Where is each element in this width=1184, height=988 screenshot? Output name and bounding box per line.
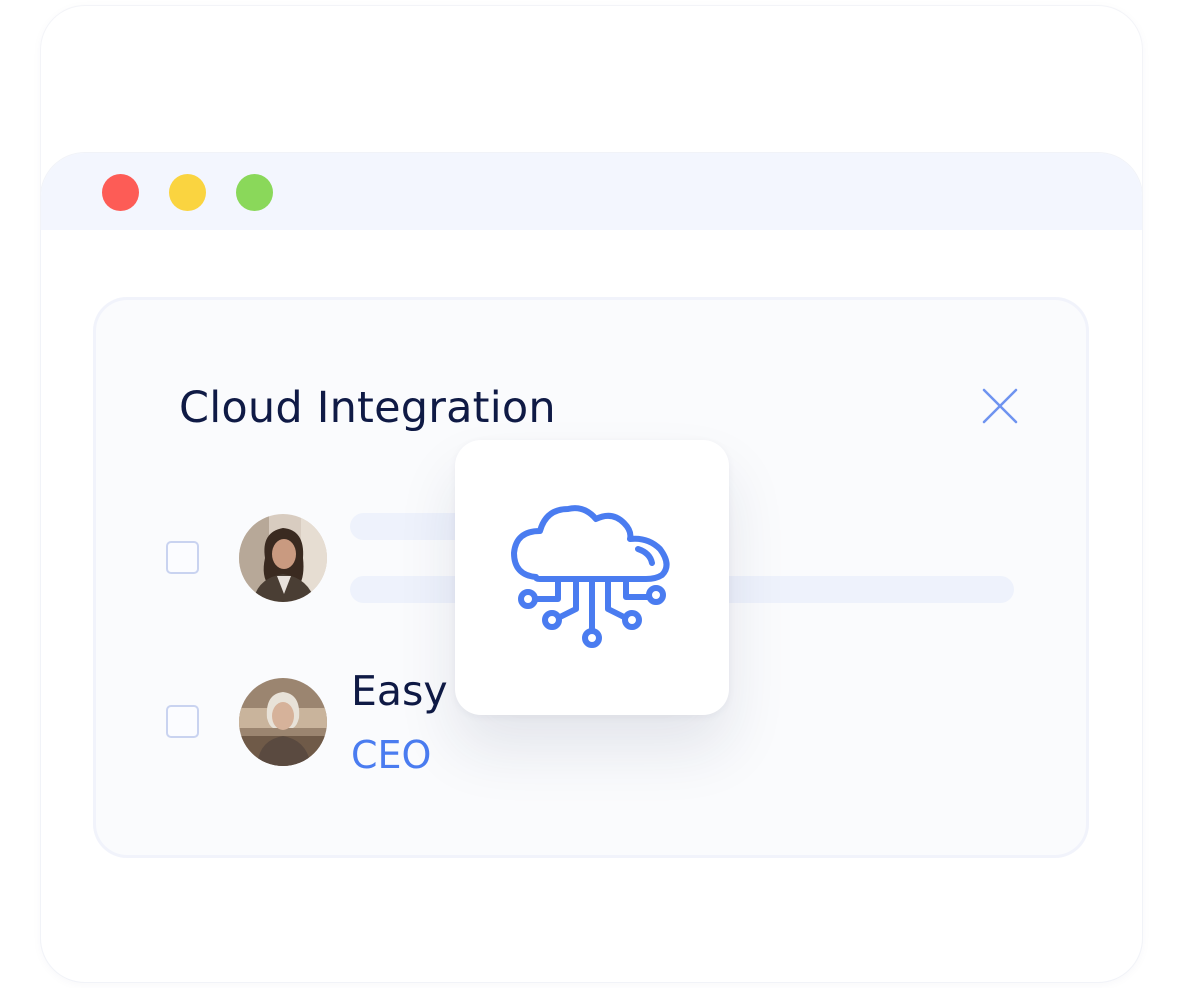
row-checkbox[interactable] [166,705,199,738]
window-titlebar [41,153,1142,230]
avatar [239,678,327,766]
cloud-circuit-icon [511,505,670,648]
feature-tile [455,440,729,715]
row-role: CEO [351,733,432,777]
window-maximize-dot[interactable] [236,174,273,211]
row-name: Easy [351,667,448,715]
placeholder-line [350,513,470,540]
window-close-dot[interactable] [102,174,139,211]
avatar [239,514,327,602]
window-minimize-dot[interactable] [169,174,206,211]
close-button[interactable] [979,385,1021,427]
row-checkbox[interactable] [166,541,199,574]
panel-title: Cloud Integration [179,383,556,433]
close-icon [982,388,1018,424]
